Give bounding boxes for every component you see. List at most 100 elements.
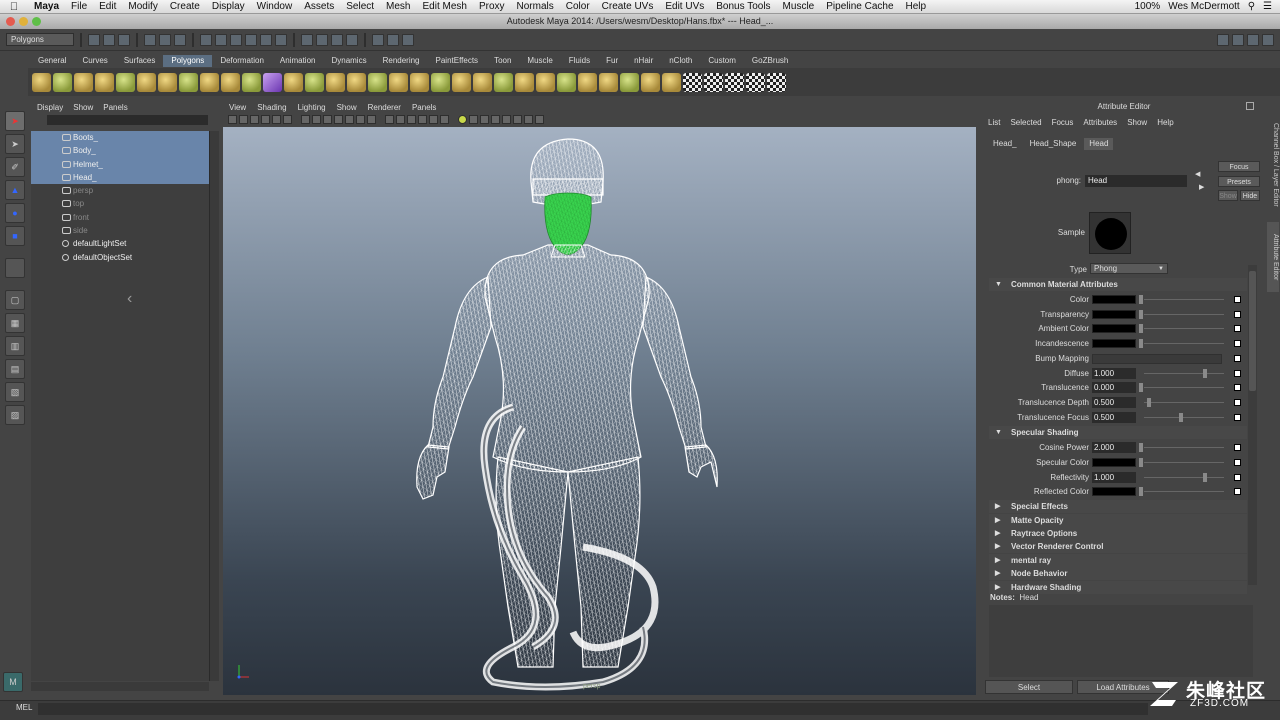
shelf-boolean-intersection-icon[interactable]: [410, 72, 429, 92]
shelf-torus-icon[interactable]: [137, 72, 156, 92]
render-settings-icon[interactable]: [402, 33, 414, 46]
attr-slider-track[interactable]: [1144, 387, 1224, 389]
last-tool-icon[interactable]: [5, 258, 25, 278]
notes-field[interactable]: [989, 605, 1253, 677]
isolate-select-icon[interactable]: [502, 115, 511, 124]
menu-window[interactable]: Window: [251, 1, 299, 12]
viewport-menu-panels[interactable]: Panels: [412, 103, 436, 112]
menu-modify[interactable]: Modify: [122, 1, 163, 12]
shelf-split-polygon-icon[interactable]: [557, 72, 576, 92]
select-by-curve-icon[interactable]: [230, 33, 242, 46]
attr-slider-handle[interactable]: [1139, 324, 1143, 334]
shelf-uv-editor-icon[interactable]: [767, 72, 786, 92]
snap-view-plane-icon[interactable]: [346, 33, 358, 46]
shelf-combine-icon[interactable]: [284, 72, 303, 92]
outliner-item-persp[interactable]: persp: [31, 184, 209, 197]
attr-slider-track[interactable]: [1144, 401, 1224, 403]
paint-select-tool-icon[interactable]: ✐: [5, 157, 25, 177]
menu-proxy[interactable]: Proxy: [473, 1, 511, 12]
shelf-cylindrical-mapping-icon[interactable]: [704, 72, 723, 92]
color-swatch[interactable]: [1092, 487, 1136, 497]
smooth-shade-all-icon[interactable]: [396, 115, 405, 124]
use-all-lights-icon[interactable]: [429, 115, 438, 124]
layer-editor-toggle-icon[interactable]: [1262, 33, 1274, 46]
notification-list-icon[interactable]: ☰: [1263, 1, 1272, 12]
section-matte-opacity[interactable]: ▶ Matte Opacity: [989, 513, 1247, 527]
shelf-delete-edge-icon[interactable]: [662, 72, 681, 92]
new-scene-icon[interactable]: [88, 33, 100, 46]
color-swatch[interactable]: [1092, 295, 1136, 304]
shadows-icon[interactable]: [440, 115, 449, 124]
section-vector-renderer-control[interactable]: ▶ Vector Renderer Control: [989, 540, 1247, 554]
ae-menu-list[interactable]: List: [988, 118, 1000, 127]
focus-button[interactable]: Focus: [1218, 161, 1260, 172]
ae-menu-selected[interactable]: Selected: [1010, 118, 1041, 127]
shelf-boolean-union-icon[interactable]: [368, 72, 387, 92]
attr-slider-track[interactable]: [1144, 328, 1224, 330]
attr-slider-handle[interactable]: [1139, 443, 1143, 453]
apple-icon[interactable]: : [0, 1, 28, 13]
attr-slider-handle[interactable]: [1139, 487, 1143, 497]
color-swatch[interactable]: [1092, 309, 1136, 319]
presets-button[interactable]: Presets: [1218, 176, 1260, 187]
shelf-tab-gozbrush[interactable]: GoZBrush: [744, 55, 796, 67]
map-button-icon[interactable]: [1234, 473, 1241, 481]
shelf-soccer-ball-icon[interactable]: [242, 72, 261, 92]
outliner-layout-icon[interactable]: ▨: [5, 405, 25, 425]
attr-slider-track[interactable]: [1144, 343, 1224, 345]
viewport-menu-show[interactable]: Show: [337, 103, 357, 112]
node-name-field[interactable]: Head: [1085, 175, 1187, 187]
attr-slider-handle[interactable]: [1139, 383, 1143, 393]
shelf-tab-ncloth[interactable]: nCloth: [661, 55, 700, 67]
outliner-menu-display[interactable]: Display: [37, 103, 63, 112]
shelf-mirror-icon[interactable]: [431, 72, 450, 92]
snap-point-icon[interactable]: [331, 33, 343, 46]
menu-create[interactable]: Create: [164, 1, 206, 12]
wireframe-icon[interactable]: [385, 115, 394, 124]
shelf-bridge-icon[interactable]: [515, 72, 534, 92]
shelf-tab-deformation[interactable]: Deformation: [212, 55, 272, 67]
viewport-menu-lighting[interactable]: Lighting: [298, 103, 326, 112]
show-button[interactable]: Show: [1218, 190, 1238, 201]
section-specular-shading[interactable]: ▼ Specular Shading: [989, 426, 1247, 440]
shelf-cylinder-icon[interactable]: [74, 72, 93, 92]
xray-icon[interactable]: [513, 115, 522, 124]
menu-muscle[interactable]: Muscle: [777, 1, 821, 12]
shelf-append-polygon-icon[interactable]: [536, 72, 555, 92]
shelf-smooth-icon[interactable]: [347, 72, 366, 92]
shelf-platonic-icon[interactable]: [263, 72, 282, 92]
section-special-effects[interactable]: ▶ Special Effects: [989, 500, 1247, 514]
outliner-horizontal-scrollbar[interactable]: [31, 682, 209, 691]
menu-select[interactable]: Select: [340, 1, 380, 12]
user-name[interactable]: Wes McDermott: [1168, 1, 1240, 12]
map-button-icon[interactable]: [1234, 369, 1241, 377]
shelf-tab-muscle[interactable]: Muscle: [519, 55, 560, 67]
zoom-window-icon[interactable]: [32, 17, 41, 26]
attribute-editor-scrollbar[interactable]: [1248, 265, 1257, 585]
select-component-icon[interactable]: [174, 33, 186, 46]
hide-button[interactable]: Hide: [1240, 190, 1260, 201]
save-scene-icon[interactable]: [118, 33, 130, 46]
shelf-tab-surfaces[interactable]: Surfaces: [116, 55, 164, 67]
outliner-item-body[interactable]: Body_: [31, 144, 209, 158]
menu-display[interactable]: Display: [206, 1, 251, 12]
shelf-tab-curves[interactable]: Curves: [74, 55, 115, 67]
select-object-icon[interactable]: [159, 33, 171, 46]
go-input-icon[interactable]: ◀: [1195, 170, 1200, 178]
menu-edit[interactable]: Edit: [93, 1, 122, 12]
attr-slider-handle[interactable]: [1147, 397, 1151, 407]
bump-map-field[interactable]: [1092, 353, 1222, 364]
outliner-filter-field[interactable]: [47, 115, 208, 125]
color-swatch[interactable]: [1092, 339, 1136, 349]
shelf-extract-icon[interactable]: [326, 72, 345, 92]
shelf-extrude-icon[interactable]: [494, 72, 513, 92]
map-button-icon[interactable]: [1234, 325, 1241, 333]
menu-normals[interactable]: Normals: [511, 1, 560, 12]
outliner-item-side[interactable]: side: [31, 224, 209, 237]
outliner-menu-show[interactable]: Show: [73, 103, 93, 112]
outliner-item-front[interactable]: front: [31, 211, 209, 224]
viewport-3d[interactable]: persp: [223, 127, 976, 695]
outliner-menu-panels[interactable]: Panels: [103, 103, 127, 112]
section-common-material-attributes[interactable]: ▼ Common Material Attributes: [989, 278, 1247, 291]
textured-icon[interactable]: [418, 115, 427, 124]
